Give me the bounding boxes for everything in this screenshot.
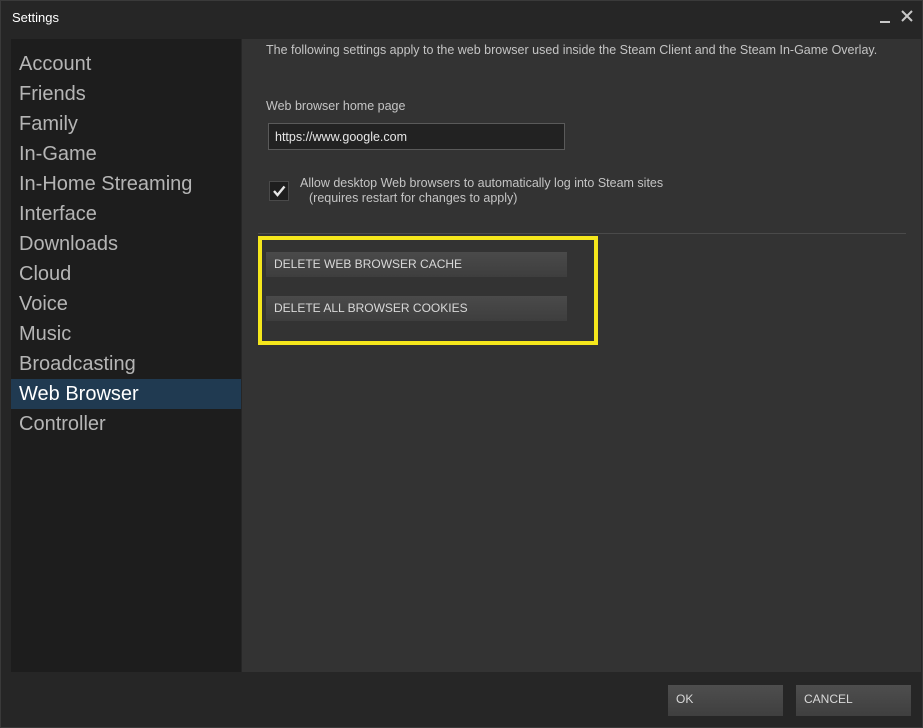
intro-text: The following settings apply to the web … bbox=[266, 43, 878, 57]
sidebar-item-friends[interactable]: Friends bbox=[11, 79, 241, 109]
ok-button[interactable]: OK bbox=[668, 685, 783, 716]
checkmark-icon bbox=[273, 185, 286, 197]
sidebar-list: Account Friends Family In-Game In-Home S… bbox=[11, 39, 241, 439]
sidebar-item-downloads[interactable]: Downloads bbox=[11, 229, 241, 259]
sidebar-item-interface[interactable]: Interface bbox=[11, 199, 241, 229]
sidebar-item-in-game[interactable]: In-Game bbox=[11, 139, 241, 169]
settings-sidebar: Account Friends Family In-Game In-Home S… bbox=[11, 39, 241, 672]
settings-window: Settings Account Friends Family In-Game … bbox=[0, 0, 923, 728]
auto-login-text: Allow desktop Web browsers to automatica… bbox=[300, 176, 664, 190]
sidebar-item-family[interactable]: Family bbox=[11, 109, 241, 139]
sidebar-item-web-browser[interactable]: Web Browser bbox=[11, 379, 241, 409]
highlight-box bbox=[258, 236, 598, 345]
section-divider bbox=[258, 233, 906, 234]
close-icon bbox=[901, 10, 913, 22]
home-page-label: Web browser home page bbox=[266, 99, 406, 113]
sidebar-item-cloud[interactable]: Cloud bbox=[11, 259, 241, 289]
sidebar-item-broadcasting[interactable]: Broadcasting bbox=[11, 349, 241, 379]
home-page-input[interactable] bbox=[268, 123, 565, 150]
auto-login-checkbox[interactable] bbox=[269, 181, 289, 201]
sidebar-item-controller[interactable]: Controller bbox=[11, 409, 241, 439]
sidebar-item-music[interactable]: Music bbox=[11, 319, 241, 349]
sidebar-item-voice[interactable]: Voice bbox=[11, 289, 241, 319]
auto-login-note: (requires restart for changes to apply) bbox=[309, 191, 518, 205]
window-title: Settings bbox=[12, 10, 59, 25]
title-bar: Settings bbox=[1, 1, 922, 37]
window-controls bbox=[876, 7, 916, 27]
minimize-icon bbox=[880, 21, 890, 23]
minimize-button[interactable] bbox=[876, 7, 894, 27]
web-browser-settings-panel: The following settings apply to the web … bbox=[242, 39, 921, 672]
sidebar-item-account[interactable]: Account bbox=[11, 49, 241, 79]
close-button[interactable] bbox=[898, 7, 916, 27]
cancel-button[interactable]: CANCEL bbox=[796, 685, 911, 716]
auto-login-label: Allow desktop Web browsers to automatica… bbox=[300, 176, 663, 206]
sidebar-item-in-home-streaming[interactable]: In-Home Streaming bbox=[11, 169, 241, 199]
